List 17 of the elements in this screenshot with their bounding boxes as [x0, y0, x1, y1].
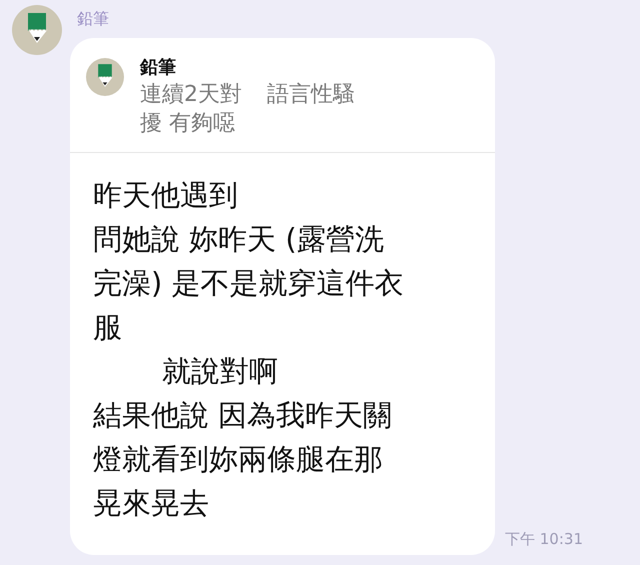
message-text: 晃來晃去 [93, 485, 209, 522]
message-bubble[interactable]: 鉛筆 連續2天對 語言性騷 擾 有夠噁 昨天他遇到 問她說 妳昨天 (露營洗 完澡) 是不是就穿這件衣 服 就說對啊 結果他說 因為我昨天關 燈就看到妳兩條腿在那 晃來晃去 [70, 38, 495, 555]
message-text: 完澡) 是不是就穿這件衣 [93, 265, 404, 302]
message-text: 昨天他遇到 [93, 177, 238, 214]
quoted-text: 擾 有夠噁 [140, 110, 235, 138]
quoted-text: 語言性騷 [267, 81, 355, 109]
timestamp: 下午 10:31 [505, 530, 583, 549]
avatar-icon[interactable] [12, 5, 62, 55]
quoted-text: 連續2天對 [140, 81, 242, 109]
message-text: 就說對啊 [162, 353, 278, 390]
message-text: 結果他說 因為我昨天關 [93, 397, 392, 434]
sender-name: 鉛筆 [77, 9, 110, 29]
avatar-icon [86, 58, 124, 96]
message-text: 服 [93, 309, 122, 346]
message-text: 問她說 妳昨天 (露營洗 [93, 221, 384, 258]
quoted-sender-name: 鉛筆 [140, 56, 177, 80]
message-text: 燈就看到妳兩條腿在那 [93, 441, 383, 478]
